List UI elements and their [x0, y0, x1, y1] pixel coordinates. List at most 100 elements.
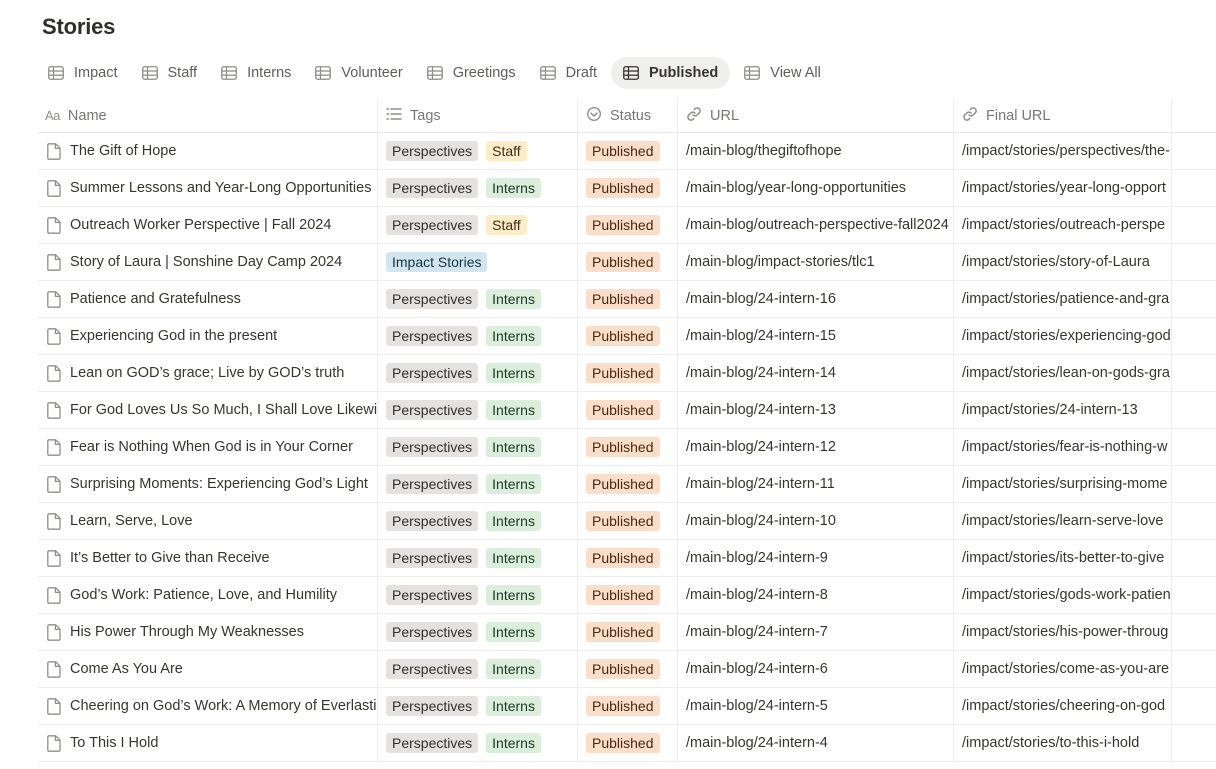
table-row[interactable]: Lean on GOD’s grace; Live by GOD’s truth…: [38, 355, 1216, 392]
cell-name[interactable]: To This I Hold: [38, 725, 378, 761]
cell-final-url[interactable]: /impact/stories/outreach-perspe: [954, 207, 1172, 243]
cell-status[interactable]: Published: [578, 170, 678, 206]
cell-name[interactable]: Cheering on God’s Work: A Memory of Ever…: [38, 688, 378, 724]
cell-status[interactable]: Published: [578, 466, 678, 502]
cell-status[interactable]: Published: [578, 577, 678, 613]
cell-tags[interactable]: Perspectives Interns: [378, 503, 578, 539]
cell-tags[interactable]: Perspectives Interns: [378, 318, 578, 354]
tab-draft[interactable]: Draft: [530, 57, 607, 89]
cell-name[interactable]: Lean on GOD’s grace; Live by GOD’s truth: [38, 355, 378, 391]
table-row[interactable]: Outreach Worker Perspective | Fall 2024 P…: [38, 207, 1216, 244]
cell-name[interactable]: It’s Better to Give than Receive: [38, 540, 378, 576]
cell-status[interactable]: Published: [578, 133, 678, 169]
cell-final-url[interactable]: /impact/stories/gods-work-patien: [954, 577, 1172, 613]
table-row[interactable]: To This I Hold Perspectives Interns Publish…: [38, 725, 1216, 762]
cell-name[interactable]: For God Loves Us So Much, I Shall Love L…: [38, 392, 378, 428]
table-row[interactable]: Patience and Gratefulness Perspectives Int…: [38, 281, 1216, 318]
cell-final-url[interactable]: /impact/stories/his-power-throug: [954, 614, 1172, 650]
cell-status[interactable]: Published: [578, 244, 678, 280]
cell-final-url[interactable]: /impact/stories/its-better-to-give: [954, 540, 1172, 576]
cell-url[interactable]: /main-blog/outreach-perspective-fall2024: [678, 207, 954, 243]
cell-name[interactable]: Learn, Serve, Love: [38, 503, 378, 539]
cell-url[interactable]: /main-blog/impact-stories/tlc1: [678, 244, 954, 280]
table-row[interactable]: The Gift of Hope Perspectives Staff Publish…: [38, 133, 1216, 170]
cell-tags[interactable]: Perspectives Interns: [378, 614, 578, 650]
table-row[interactable]: Fear is Nothing When God is in Your Corn…: [38, 429, 1216, 466]
cell-final-url[interactable]: /impact/stories/perspectives/the-: [954, 133, 1172, 169]
cell-final-url[interactable]: /impact/stories/learn-serve-love: [954, 503, 1172, 539]
cell-final-url[interactable]: /impact/stories/story-of-Laura: [954, 244, 1172, 280]
cell-final-url[interactable]: /impact/stories/to-this-i-hold: [954, 725, 1172, 761]
tab-interns[interactable]: Interns: [211, 57, 301, 89]
tab-published[interactable]: Published: [611, 57, 731, 89]
table-row[interactable]: Come As You Are Perspectives Interns Publis…: [38, 651, 1216, 688]
cell-status[interactable]: Published: [578, 355, 678, 391]
table-row[interactable]: Summer Lessons and Year-Long Opportuniti…: [38, 170, 1216, 207]
cell-tags[interactable]: Perspectives Interns: [378, 540, 578, 576]
cell-status[interactable]: Published: [578, 503, 678, 539]
cell-tags[interactable]: Perspectives Interns: [378, 281, 578, 317]
cell-url[interactable]: /main-blog/24-intern-13: [678, 392, 954, 428]
cell-name[interactable]: Summer Lessons and Year-Long Opportuniti…: [38, 170, 378, 206]
cell-status[interactable]: Published: [578, 614, 678, 650]
cell-status[interactable]: Published: [578, 429, 678, 465]
cell-status[interactable]: Published: [578, 318, 678, 354]
cell-url[interactable]: /main-blog/24-intern-6: [678, 651, 954, 687]
cell-name[interactable]: Surprising Moments: Experiencing God’s L…: [38, 466, 378, 502]
cell-name[interactable]: Outreach Worker Perspective | Fall 2024: [38, 207, 378, 243]
table-row[interactable]: Experiencing God in the present Perspecti…: [38, 318, 1216, 355]
cell-url[interactable]: /main-blog/thegiftofhope: [678, 133, 954, 169]
cell-url[interactable]: /main-blog/24-intern-7: [678, 614, 954, 650]
cell-tags[interactable]: Perspectives Interns: [378, 392, 578, 428]
cell-url[interactable]: /main-blog/24-intern-16: [678, 281, 954, 317]
cell-url[interactable]: /main-blog/24-intern-11: [678, 466, 954, 502]
tab-greetings[interactable]: Greetings: [417, 57, 526, 89]
column-header-tags[interactable]: Tags: [378, 99, 578, 132]
cell-name[interactable]: His Power Through My Weaknesses: [38, 614, 378, 650]
cell-final-url[interactable]: /impact/stories/24-intern-13: [954, 392, 1172, 428]
cell-status[interactable]: Published: [578, 540, 678, 576]
cell-url[interactable]: /main-blog/24-intern-15: [678, 318, 954, 354]
cell-tags[interactable]: Impact Stories: [378, 244, 578, 280]
table-row[interactable]: Cheering on God’s Work: A Memory of Ever…: [38, 688, 1216, 725]
cell-status[interactable]: Published: [578, 207, 678, 243]
cell-tags[interactable]: Perspectives Interns: [378, 577, 578, 613]
tab-volunteer[interactable]: Volunteer: [305, 57, 412, 89]
cell-final-url[interactable]: /impact/stories/experiencing-god: [954, 318, 1172, 354]
cell-status[interactable]: Published: [578, 281, 678, 317]
cell-tags[interactable]: Perspectives Interns: [378, 688, 578, 724]
table-row[interactable]: For God Loves Us So Much, I Shall Love L…: [38, 392, 1216, 429]
table-row[interactable]: It’s Better to Give than Receive Perspect…: [38, 540, 1216, 577]
cell-status[interactable]: Published: [578, 725, 678, 761]
cell-url[interactable]: /main-blog/24-intern-8: [678, 577, 954, 613]
cell-tags[interactable]: Perspectives Staff: [378, 133, 578, 169]
column-header-final-url[interactable]: Final URL: [954, 99, 1172, 132]
cell-status[interactable]: Published: [578, 651, 678, 687]
cell-url[interactable]: /main-blog/24-intern-12: [678, 429, 954, 465]
cell-final-url[interactable]: /impact/stories/surprising-mome: [954, 466, 1172, 502]
table-row[interactable]: Learn, Serve, Love Perspectives Interns Pub…: [38, 503, 1216, 540]
cell-url[interactable]: /main-blog/24-intern-9: [678, 540, 954, 576]
table-row[interactable]: God’s Work: Patience, Love, and Humility…: [38, 577, 1216, 614]
cell-final-url[interactable]: /impact/stories/come-as-you-are: [954, 651, 1172, 687]
cell-status[interactable]: Published: [578, 688, 678, 724]
tab-view-all[interactable]: View All: [734, 57, 831, 89]
cell-name[interactable]: The Gift of Hope: [38, 133, 378, 169]
cell-name[interactable]: God’s Work: Patience, Love, and Humility: [38, 577, 378, 613]
tab-staff[interactable]: Staff: [132, 57, 208, 89]
cell-name[interactable]: Fear is Nothing When God is in Your Corn…: [38, 429, 378, 465]
column-header-url[interactable]: URL: [678, 99, 954, 132]
cell-final-url[interactable]: /impact/stories/fear-is-nothing-w: [954, 429, 1172, 465]
table-row[interactable]: Story of Laura | Sonshine Day Camp 2024 I…: [38, 244, 1216, 281]
cell-tags[interactable]: Perspectives Interns: [378, 355, 578, 391]
cell-url[interactable]: /main-blog/24-intern-5: [678, 688, 954, 724]
table-row[interactable]: Surprising Moments: Experiencing God’s L…: [38, 466, 1216, 503]
column-header-name[interactable]: Aa Name: [38, 99, 378, 132]
cell-tags[interactable]: Perspectives Interns: [378, 651, 578, 687]
table-row[interactable]: His Power Through My Weaknesses Perspecti…: [38, 614, 1216, 651]
cell-tags[interactable]: Perspectives Staff: [378, 207, 578, 243]
cell-url[interactable]: /main-blog/year-long-opportunities: [678, 170, 954, 206]
column-header-status[interactable]: Status: [578, 99, 678, 132]
cell-final-url[interactable]: /impact/stories/cheering-on-god: [954, 688, 1172, 724]
cell-name[interactable]: Patience and Gratefulness: [38, 281, 378, 317]
